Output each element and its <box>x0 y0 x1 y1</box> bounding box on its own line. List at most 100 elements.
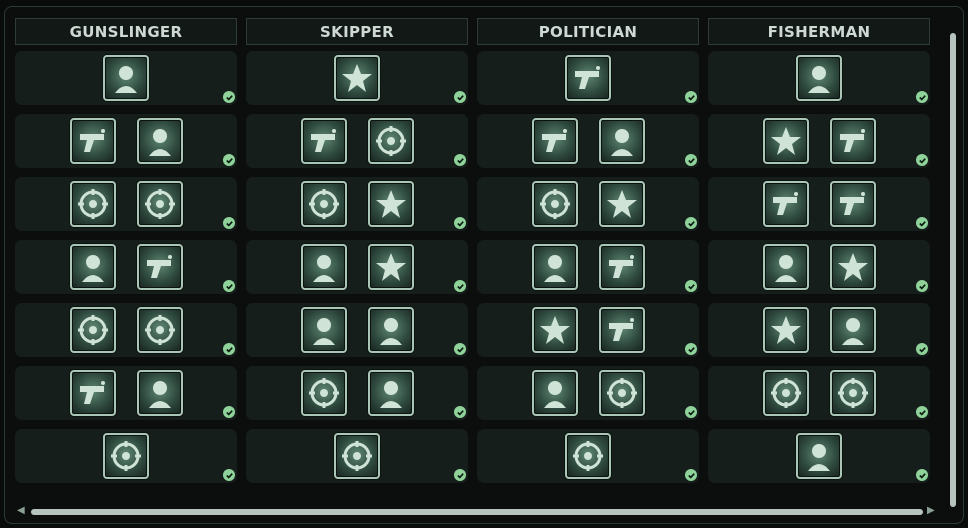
perk-row <box>246 177 468 231</box>
arm-wrestle-icon[interactable] <box>300 370 347 416</box>
perk-row <box>15 303 237 357</box>
fighting-figures-icon[interactable] <box>829 370 876 416</box>
scroll-right-arrow-icon[interactable]: ▶ <box>927 505 935 516</box>
checkmark-icon <box>685 406 697 418</box>
checkmark-icon <box>223 91 235 103</box>
perk-row <box>246 51 468 105</box>
revolver-side-icon[interactable] <box>69 244 116 290</box>
checkmark-icon <box>916 469 928 481</box>
perk-row <box>246 240 468 294</box>
perk-row <box>708 114 930 168</box>
perk-row <box>477 51 699 105</box>
question-officer-icon[interactable] <box>796 55 842 101</box>
column-header: FISHERMAN <box>708 18 930 45</box>
perk-row <box>477 240 699 294</box>
wolf-head-icon[interactable] <box>136 307 183 353</box>
no-photo-icon[interactable] <box>762 118 809 164</box>
saluting-soldier-icon[interactable] <box>136 118 183 164</box>
checkmark-icon <box>916 280 928 292</box>
medal-ribbon-icon[interactable] <box>300 244 347 290</box>
skull-hat-icon[interactable] <box>762 370 809 416</box>
checkmark-icon <box>454 154 466 166</box>
checkmark-icon <box>916 154 928 166</box>
ship-helm-alt-icon[interactable] <box>367 307 414 353</box>
checkmark-icon <box>685 280 697 292</box>
checkmark-icon <box>685 91 697 103</box>
perk-row <box>477 114 699 168</box>
cowboy-hat-icon[interactable] <box>69 307 116 353</box>
ship-wheel-hands-icon[interactable] <box>334 55 380 101</box>
mushroom-cloud-icon[interactable] <box>762 244 809 290</box>
skull-gear-icon[interactable] <box>762 307 809 353</box>
briefcase-money-icon[interactable] <box>531 370 578 416</box>
perk-row <box>708 366 930 420</box>
perk-row <box>477 303 699 357</box>
column-header: POLITICIAN <box>477 18 699 45</box>
perk-row <box>708 303 930 357</box>
cowboy-hat-man-icon[interactable] <box>69 181 116 227</box>
pencil-edit-icon[interactable] <box>829 244 876 290</box>
checkmark-icon <box>916 217 928 229</box>
checkmark-icon <box>685 154 697 166</box>
checkmark-icon <box>454 91 466 103</box>
star-emblem-icon[interactable] <box>531 307 578 353</box>
officer-portrait-icon[interactable] <box>531 118 578 164</box>
perk-row <box>477 429 699 483</box>
checkmark-icon <box>223 217 235 229</box>
checkmark-icon <box>223 469 235 481</box>
checkmark-icon <box>454 406 466 418</box>
star-medal-icon[interactable] <box>367 118 414 164</box>
punch-fist-icon[interactable] <box>598 181 645 227</box>
column-header: GUNSLINGER <box>15 18 237 45</box>
perk-row <box>15 51 237 105</box>
captain-hat-music-icon[interactable] <box>300 181 347 227</box>
speaker-bust-icon[interactable] <box>565 433 611 479</box>
perk-row <box>15 177 237 231</box>
perk-row <box>708 240 930 294</box>
pistol-gun-icon[interactable] <box>69 370 116 416</box>
laurel-wreath-portrait-icon[interactable] <box>69 118 116 164</box>
perk-row <box>708 177 930 231</box>
crowd-fists-icon[interactable] <box>367 370 414 416</box>
diving-head-icon[interactable] <box>829 307 876 353</box>
checkmark-icon <box>223 154 235 166</box>
pistols-icon[interactable] <box>103 55 149 101</box>
splash-wave-icon[interactable] <box>367 181 414 227</box>
skull-target-icon[interactable] <box>136 370 183 416</box>
running-figure-icon[interactable] <box>565 55 611 101</box>
butterfly-icon[interactable] <box>598 307 645 353</box>
checkmark-icon <box>916 406 928 418</box>
diamond-bribe-icon[interactable] <box>598 370 645 416</box>
harmonica-icon[interactable] <box>300 118 347 164</box>
perk-row <box>246 114 468 168</box>
perk-row <box>477 177 699 231</box>
praying-hands-icon[interactable] <box>762 181 809 227</box>
checkmark-icon <box>454 217 466 229</box>
perk-row <box>15 429 237 483</box>
ship-helm-icon[interactable] <box>367 244 414 290</box>
pickaxe-rock-icon[interactable] <box>796 433 842 479</box>
column-politician: POLITICIAN <box>477 18 699 483</box>
swinging-leg-kick-icon[interactable] <box>136 181 183 227</box>
revolver-cylinder-icon[interactable] <box>136 244 183 290</box>
checkmark-icon <box>685 217 697 229</box>
scroll-left-arrow-icon[interactable]: ◀ <box>17 505 25 516</box>
checkmark-icon <box>454 343 466 355</box>
pistol-sparkle-icon[interactable] <box>103 433 149 479</box>
fire-sword-icon[interactable] <box>300 307 347 353</box>
hand-truck-icon[interactable] <box>598 118 645 164</box>
sparkle-rifle-icon[interactable] <box>334 433 380 479</box>
vertical-scrollbar[interactable] <box>947 21 959 519</box>
perk-row <box>15 240 237 294</box>
vertical-scroll-thumb[interactable] <box>950 33 956 507</box>
column-header: SKIPPER <box>246 18 468 45</box>
waving-flag-icon[interactable] <box>598 244 645 290</box>
raised-fists-icon[interactable] <box>531 181 578 227</box>
pushpin-map-icon[interactable] <box>531 244 578 290</box>
perk-row <box>15 114 237 168</box>
checkmark-icon <box>223 343 235 355</box>
horizontal-scrollbar[interactable]: ◀ ▶ <box>17 505 937 519</box>
horizontal-scroll-thumb[interactable] <box>31 509 923 515</box>
barrel-icon[interactable] <box>829 118 876 164</box>
muscular-man-icon[interactable] <box>829 181 876 227</box>
